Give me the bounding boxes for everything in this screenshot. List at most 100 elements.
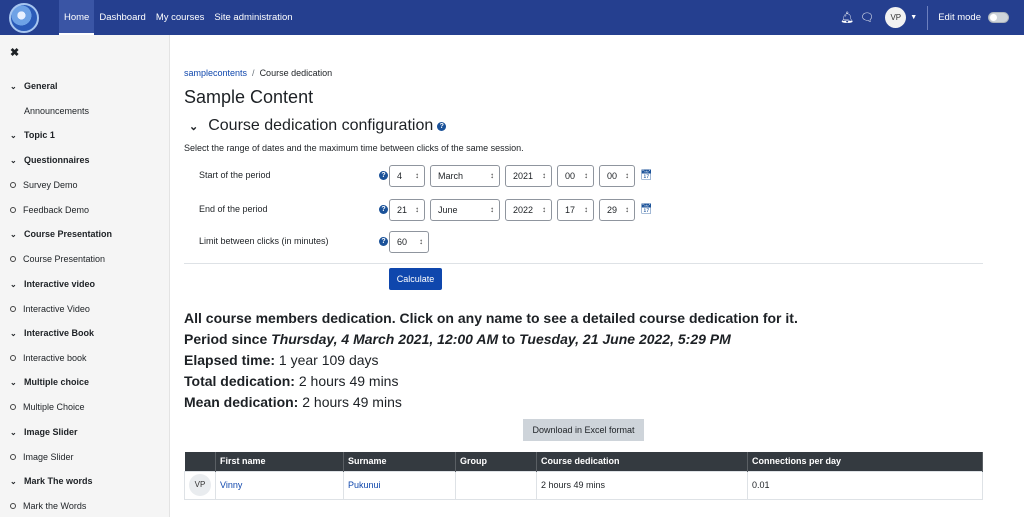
sidebar-section-course-presentation[interactable]: ⌄ Course Presentation (10, 229, 112, 239)
elapsed-label: Elapsed time: (184, 352, 276, 368)
bell-icon[interactable]: 🔔︎ (837, 11, 857, 24)
sidebar-item-label: General (24, 81, 58, 91)
sidebar-item-image-slider[interactable]: Image Slider (10, 452, 74, 462)
edit-mode-toggle[interactable] (988, 12, 1009, 23)
start-year-select[interactable]: 2021 (505, 165, 552, 187)
period-end: Tuesday, 21 June 2022, 5:29 PM (519, 331, 731, 347)
column-header-surname[interactable]: Surname (343, 452, 456, 471)
sidebar-section-interactive-book[interactable]: ⌄ Interactive Book (10, 328, 94, 338)
config-section-header[interactable]: ⌄ Course dedication configuration? (189, 117, 447, 135)
user-avatar[interactable]: VP (885, 7, 907, 28)
sidebar-item-label: Multiple choice (24, 377, 90, 387)
start-minute-select[interactable]: 00 (599, 165, 635, 187)
activity-dot-icon (10, 256, 16, 262)
sidebar-item-label: Announcements (24, 106, 90, 116)
top-navbar: Home Dashboard My courses Site administr… (0, 0, 1024, 35)
sidebar-item-announcements[interactable]: Announcements (24, 106, 89, 116)
sidebar-item-feedback-demo[interactable]: Feedback Demo (10, 205, 89, 215)
start-month-select[interactable]: March (430, 165, 500, 187)
chevron-down-icon[interactable]: ⌄ (10, 82, 24, 91)
sidebar-section-image-slider[interactable]: ⌄ Image Slider (10, 427, 78, 437)
first-name-link[interactable]: Vinny (220, 480, 242, 490)
nav-site-administration[interactable]: Site administration (209, 0, 297, 35)
sidebar-section-interactive-video[interactable]: ⌄ Interactive video (10, 279, 95, 289)
sidebar-section-multiple-choice[interactable]: ⌄ Multiple choice (10, 377, 89, 387)
chevron-down-icon[interactable]: ⌄ (10, 131, 24, 140)
surname-cell: Pukunui (343, 470, 456, 500)
activity-dot-icon (10, 503, 16, 509)
column-header-group[interactable]: Group (455, 452, 537, 471)
summary-period: Period since Thursday, 4 March 2021, 12:… (184, 331, 731, 347)
chat-icon[interactable]: 🗨︎ (857, 11, 877, 24)
sidebar-section-general[interactable]: ⌄ General (10, 81, 58, 91)
sidebar-item-label: Interactive video (24, 279, 96, 289)
mean-label: Mean dedication: (184, 394, 299, 410)
chevron-down-icon[interactable]: ⌄ (189, 121, 198, 133)
chevron-down-icon[interactable]: ⌄ (10, 230, 24, 239)
download-excel-button[interactable]: Download in Excel format (523, 419, 644, 441)
avatar[interactable]: VP (189, 474, 211, 496)
start-hour-select[interactable]: 00 (557, 165, 594, 187)
sidebar-item-label: Questionnaires (24, 155, 90, 165)
sidebar-item-course-presentation[interactable]: Course Presentation (10, 254, 105, 264)
navbar-divider (927, 5, 929, 30)
sidebar-section-mark-the-words[interactable]: ⌄ Mark The words (10, 476, 93, 486)
end-month-select[interactable]: June (430, 199, 500, 221)
column-header-first-name[interactable]: First name (215, 452, 344, 471)
sidebar-section-topic-1[interactable]: ⌄ Topic 1 (10, 130, 55, 140)
sidebar-item-survey-demo[interactable]: Survey Demo (10, 180, 78, 190)
help-icon[interactable]: ? (437, 122, 447, 131)
mean-value: 2 hours 49 mins (302, 394, 402, 410)
dedication-table: First name Surname Group Course dedicati… (184, 452, 983, 500)
end-minute-select[interactable]: 29 (599, 199, 635, 221)
calendar-icon[interactable]: 📅︎ (640, 170, 653, 181)
chevron-down-icon[interactable]: ⌄ (10, 378, 24, 387)
sidebar-item-label: Multiple Choice (23, 402, 85, 412)
limit-label: Limit between clicks (in minutes) (199, 236, 329, 246)
calculate-button[interactable]: Calculate (389, 268, 442, 290)
sidebar-item-multiple-choice[interactable]: Multiple Choice (10, 402, 85, 412)
sidebar-item-interactive-video[interactable]: Interactive Video (10, 304, 90, 314)
chevron-down-icon[interactable]: ⌄ (10, 280, 24, 289)
sidebar-item-mark-the-words[interactable]: Mark the Words (10, 501, 86, 511)
start-day-select[interactable]: 4 (389, 165, 425, 187)
limit-select[interactable]: 60 (389, 231, 429, 253)
nav-dashboard[interactable]: Dashboard (94, 0, 150, 35)
site-logo[interactable] (9, 2, 39, 33)
help-icon[interactable]: ? (379, 171, 388, 180)
nav-home[interactable]: Home (59, 0, 95, 35)
chevron-down-icon[interactable]: ⌄ (10, 477, 24, 486)
chevron-down-icon[interactable]: ▼ (910, 14, 917, 21)
navbar-user-area: 🔔︎ 🗨︎ VP ▼ Edit mode (837, 0, 1024, 35)
chevron-down-icon[interactable]: ⌄ (10, 428, 24, 437)
column-header-course-dedication[interactable]: Course dedication (536, 452, 748, 471)
total-label: Total dedication: (184, 373, 295, 389)
primary-navigation: Home Dashboard My courses Site administr… (59, 0, 298, 35)
activity-dot-icon (10, 207, 16, 213)
help-icon[interactable]: ? (379, 237, 388, 246)
summary-headline: All course members dedication. Click on … (184, 310, 798, 326)
chevron-down-icon[interactable]: ⌄ (10, 329, 24, 338)
elapsed-value: 1 year 109 days (278, 352, 379, 368)
connections-cell: 0.01 (747, 470, 983, 500)
group-cell (455, 470, 537, 500)
dedication-cell: 2 hours 49 mins (536, 470, 748, 500)
config-description: Select the range of dates and the maximu… (184, 143, 524, 153)
close-drawer-icon[interactable]: ✖ (10, 46, 19, 59)
sidebar-item-label: Interactive Book (24, 328, 95, 338)
sidebar-section-questionnaires[interactable]: ⌄ Questionnaires (10, 155, 90, 165)
help-icon[interactable]: ? (379, 205, 388, 214)
column-header-connections[interactable]: Connections per day (747, 452, 983, 471)
end-year-select[interactable]: 2022 (505, 199, 552, 221)
chevron-down-icon[interactable]: ⌄ (10, 156, 24, 165)
calendar-icon[interactable]: 📅︎ (640, 204, 653, 215)
breadcrumb-separator: / (252, 68, 255, 78)
surname-link[interactable]: Pukunui (348, 480, 381, 490)
end-hour-select[interactable]: 17 (557, 199, 594, 221)
sidebar-item-interactive-book[interactable]: Interactive book (10, 353, 87, 363)
period-to: to (502, 331, 516, 347)
end-day-select[interactable]: 21 (389, 199, 425, 221)
breadcrumb: samplecontents / Course dedication (184, 68, 332, 78)
breadcrumb-course-link[interactable]: samplecontents (184, 68, 247, 78)
nav-my-courses[interactable]: My courses (151, 0, 210, 35)
